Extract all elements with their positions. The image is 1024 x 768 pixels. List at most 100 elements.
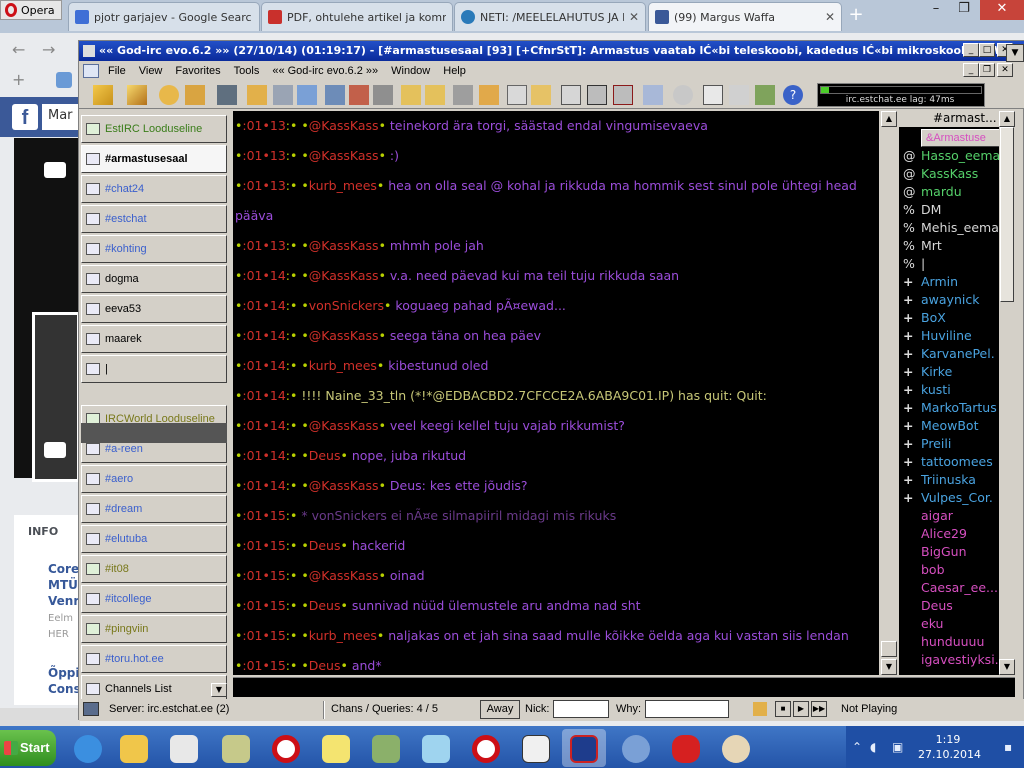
start-button[interactable]: Start bbox=[0, 730, 56, 766]
connect-icon[interactable] bbox=[93, 85, 113, 105]
close-tab-icon[interactable]: ✕ bbox=[629, 10, 639, 24]
taskbar-user[interactable] bbox=[614, 729, 658, 767]
volume-icon[interactable]: ◖ bbox=[870, 740, 884, 754]
child-restore-icon[interactable]: ❐ bbox=[979, 63, 995, 77]
irc-maximize-icon[interactable]: □ bbox=[979, 43, 995, 57]
camera-icon[interactable] bbox=[44, 162, 66, 178]
browser-tab-google[interactable]: pjotr garjajev - Google Searc bbox=[68, 2, 260, 31]
nick-item[interactable]: &Armastuse bbox=[921, 129, 999, 147]
child-close-icon[interactable]: ✕ bbox=[997, 63, 1013, 77]
notes-icon[interactable] bbox=[247, 85, 267, 105]
nick-item[interactable]: Alice29 bbox=[921, 525, 999, 543]
info-item-title[interactable]: Õppi Cons bbox=[48, 665, 81, 697]
next-icon[interactable]: ▶▶ bbox=[811, 701, 827, 717]
scroll-thumb[interactable] bbox=[881, 641, 897, 657]
channel-item[interactable]: #chat24 bbox=[81, 175, 227, 203]
taskbar-opera-2[interactable] bbox=[464, 729, 508, 767]
channel-item[interactable]: #toru.hot.ee bbox=[81, 645, 227, 673]
bookmark-icon[interactable] bbox=[56, 72, 72, 88]
show-desktop-icon[interactable]: ▪ bbox=[1004, 740, 1018, 754]
away-reason-input[interactable] bbox=[645, 700, 729, 718]
help-icon[interactable]: ? bbox=[783, 85, 803, 105]
menu-view[interactable]: View bbox=[134, 65, 171, 77]
scroll-down-icon[interactable]: ▼ bbox=[999, 659, 1015, 675]
away-button[interactable]: Away bbox=[480, 700, 520, 719]
nick-item[interactable]: + KarvanePel. bbox=[903, 345, 999, 363]
sound-icon[interactable] bbox=[643, 85, 663, 105]
nick-item[interactable]: @ KassKass bbox=[903, 165, 999, 183]
nick-item[interactable]: + MeowBot bbox=[903, 417, 999, 435]
channel-item[interactable]: #elutuba bbox=[81, 525, 227, 553]
open-folder-icon[interactable] bbox=[401, 85, 421, 105]
taskbar-god-irc[interactable] bbox=[562, 729, 606, 767]
minimize-icon[interactable]: – bbox=[922, 0, 950, 20]
browser-tab-neti[interactable]: NETI: /MEELELAHUTUS JA HO ✕ bbox=[454, 2, 646, 31]
channel-item[interactable]: #kohting bbox=[81, 235, 227, 263]
window-menu-icon[interactable] bbox=[83, 64, 99, 78]
nick-item[interactable]: igavestiyksi... bbox=[921, 651, 999, 669]
frame-icon[interactable] bbox=[613, 85, 633, 105]
note-icon[interactable] bbox=[753, 702, 767, 716]
nick-item[interactable]: + kusti bbox=[903, 381, 999, 399]
nick-item[interactable]: + Vulpes_Cor. bbox=[903, 489, 999, 507]
logs-icon[interactable] bbox=[425, 85, 445, 105]
channel-item[interactable]: #it08 bbox=[81, 555, 227, 583]
maximize-icon[interactable]: ❐ bbox=[950, 0, 978, 20]
scroll-down-icon[interactable]: ▼ bbox=[211, 683, 227, 697]
settings-icon[interactable] bbox=[561, 85, 581, 105]
nick-item[interactable]: + Triinuska bbox=[903, 471, 999, 489]
nick-item[interactable]: + tattoomees bbox=[903, 453, 999, 471]
nick-item[interactable]: + awaynick bbox=[903, 291, 999, 309]
nick-item[interactable]: % DM bbox=[903, 201, 999, 219]
browser-tab-facebook[interactable]: (99) Margus Waffa ✕ bbox=[648, 2, 842, 31]
opera-menu-button[interactable]: Opera bbox=[0, 0, 62, 20]
taskbar-explorer[interactable] bbox=[112, 729, 156, 767]
menu-file[interactable]: File bbox=[103, 65, 134, 77]
taskbar-stickies[interactable] bbox=[314, 729, 358, 767]
channel-item[interactable]: #itcollege bbox=[81, 585, 227, 613]
chat-icon[interactable] bbox=[349, 85, 369, 105]
play-icon[interactable]: ▶ bbox=[793, 701, 809, 717]
child-minimize-icon[interactable]: _ bbox=[963, 63, 979, 77]
nick-item[interactable]: + MarkoTartus bbox=[903, 399, 999, 417]
taskbar-notepad[interactable] bbox=[414, 729, 458, 767]
chat-scrollbar[interactable]: ▲ ▼ bbox=[881, 111, 897, 675]
menu-favorites[interactable]: Favorites bbox=[170, 65, 228, 77]
cd-icon[interactable] bbox=[673, 85, 693, 105]
message-input[interactable] bbox=[233, 677, 1015, 697]
nick-item[interactable]: % Mehis_eema bbox=[903, 219, 999, 237]
nick-item[interactable]: + Preili bbox=[903, 435, 999, 453]
heart-icon[interactable] bbox=[453, 85, 473, 105]
channel-item[interactable]: eeva53 bbox=[81, 295, 227, 323]
channel-item[interactable]: | bbox=[81, 355, 227, 383]
channel-item[interactable]: #pingviin bbox=[81, 615, 227, 643]
facebook-search-input[interactable]: Mar bbox=[42, 104, 82, 130]
channel-item[interactable]: #estchat bbox=[81, 205, 227, 233]
channel-item[interactable]: #dream bbox=[81, 495, 227, 523]
taskbar-computer[interactable] bbox=[364, 729, 408, 767]
list-icon[interactable] bbox=[703, 85, 723, 105]
send-file-icon[interactable] bbox=[325, 85, 345, 105]
nick-item[interactable]: % Mrt bbox=[903, 237, 999, 255]
nick-item[interactable]: hunduuuu bbox=[921, 633, 999, 651]
channel-item[interactable]: #armastusesaal bbox=[81, 145, 227, 173]
channel-item[interactable]: dogma bbox=[81, 265, 227, 293]
channel-item[interactable]: EstIRC Looduseline bbox=[81, 115, 227, 143]
scroll-up-icon[interactable]: ▲ bbox=[999, 111, 1015, 127]
taskbar-media[interactable] bbox=[162, 729, 206, 767]
clock[interactable]: 1:19 27.10.2014 bbox=[918, 732, 981, 762]
nick-item[interactable]: % | bbox=[903, 255, 999, 273]
nick-scrollbar[interactable]: ▲ ▼ bbox=[999, 111, 1015, 675]
window-icon[interactable] bbox=[587, 85, 607, 105]
facebook-logo[interactable]: f bbox=[12, 104, 38, 130]
nick-item[interactable]: + Huviline bbox=[903, 327, 999, 345]
dropdown-arrow-icon[interactable]: ▼ bbox=[1006, 44, 1024, 62]
taskbar-paint[interactable] bbox=[714, 729, 758, 767]
nick-item[interactable]: + Kirke bbox=[903, 363, 999, 381]
away-nick-input[interactable] bbox=[553, 700, 609, 718]
delete-icon[interactable] bbox=[373, 85, 393, 105]
taskbar-splat[interactable] bbox=[664, 729, 708, 767]
nick-item[interactable]: Deus bbox=[921, 597, 999, 615]
nick-item[interactable]: eku bbox=[921, 615, 999, 633]
part-icon[interactable] bbox=[185, 85, 205, 105]
